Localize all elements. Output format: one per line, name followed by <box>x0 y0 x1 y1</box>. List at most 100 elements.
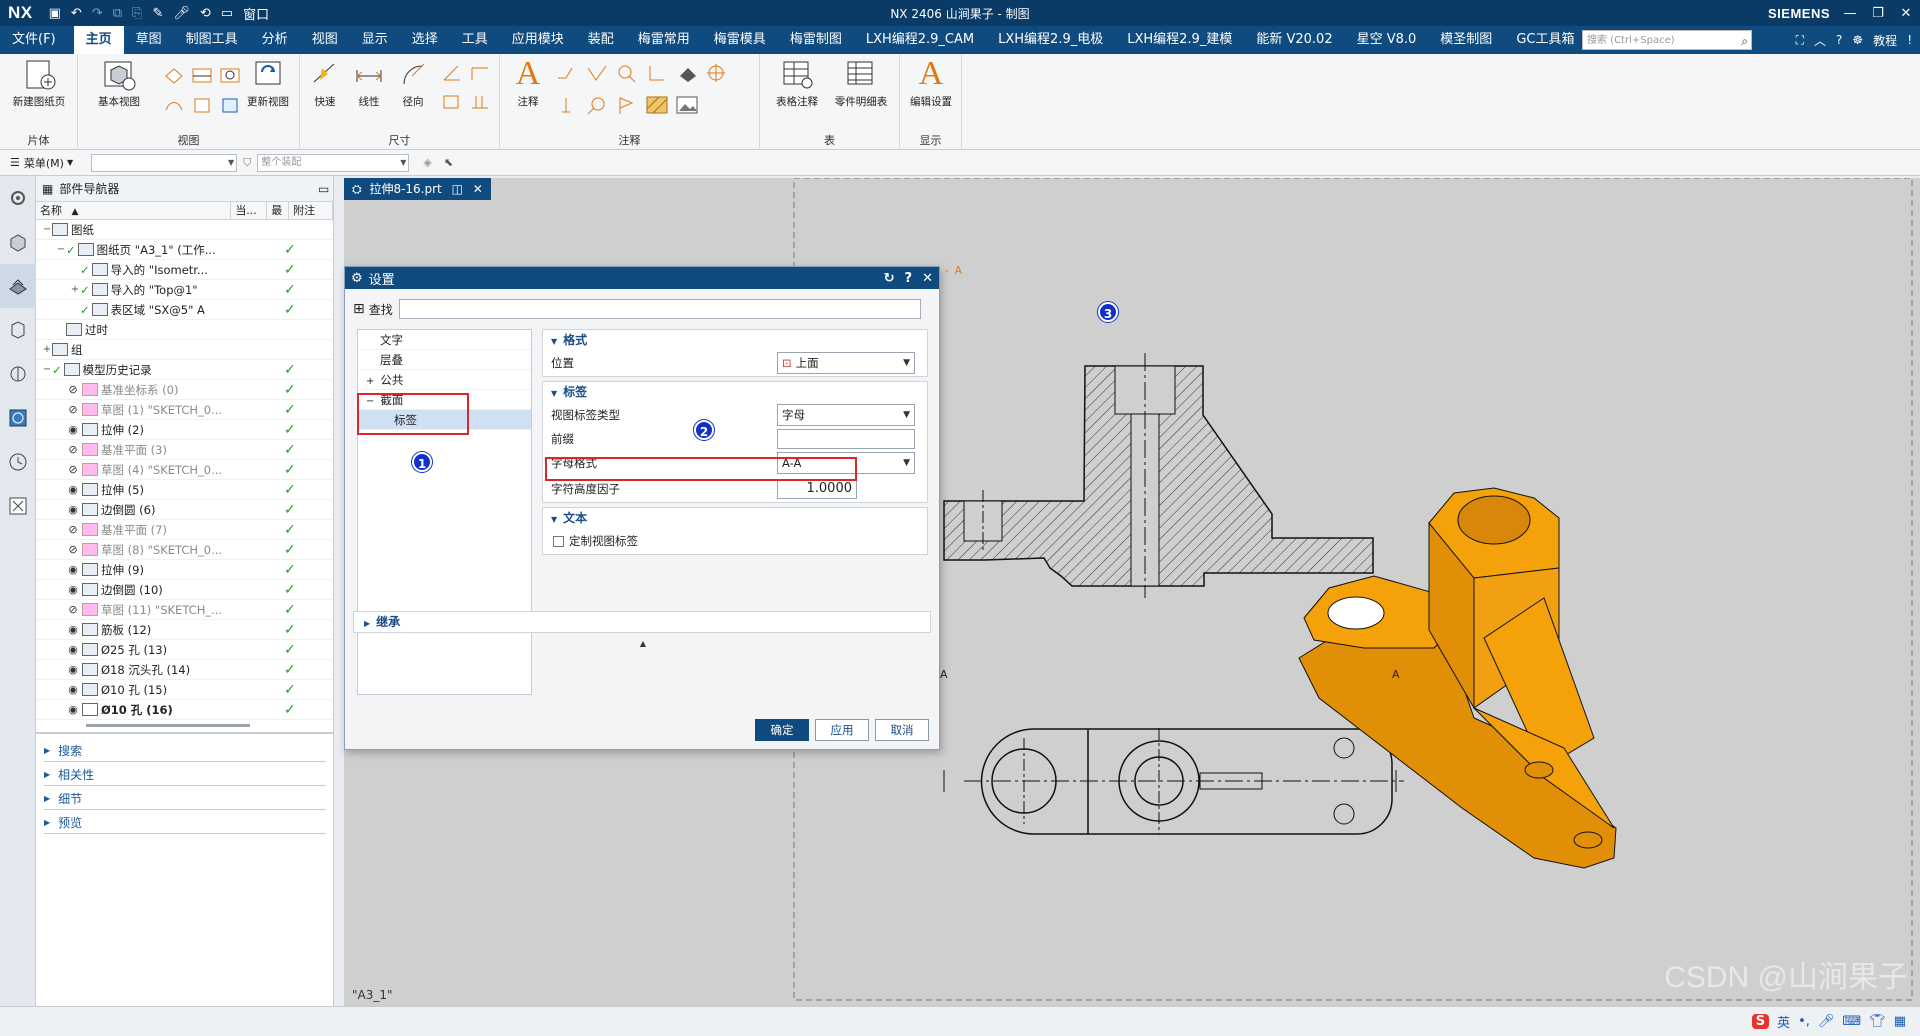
navigator-row[interactable]: ◉ Ø25 孔 (13) ✓ <box>36 640 333 660</box>
tree-item-text[interactable]: 文字 <box>358 330 531 350</box>
navigator-row[interactable]: ⊘ 草图 (11) "SKETCH_... ✓ <box>36 600 333 620</box>
expand-toggle-icon[interactable]: − <box>56 244 66 255</box>
visible-eye-icon[interactable]: ◉ <box>66 483 80 496</box>
edit-settings-button[interactable]: A 编辑设置 <box>902 56 960 109</box>
section-text-header[interactable]: ▼ 文本 <box>543 508 927 528</box>
tab-save-icon[interactable]: ◫ <box>452 182 463 196</box>
apply-button[interactable]: 应用 <box>815 719 869 741</box>
navigator-row[interactable]: ⊘ 基准坐标系 (0) ✓ <box>36 380 333 400</box>
navigator-scrollbar[interactable] <box>86 724 250 727</box>
menu-button[interactable]: 菜单(M) <box>24 155 64 171</box>
help-icon[interactable]: ? <box>905 271 913 286</box>
menu-tab-14[interactable]: LXH编程2.9_电极 <box>986 26 1115 54</box>
reset-icon[interactable]: ↻ <box>884 271 895 286</box>
column-current[interactable]: 当... <box>231 202 268 219</box>
expand-toggle-icon[interactable]: + <box>70 284 80 295</box>
navigator-row[interactable]: ⊘ 基准平面 (3) ✓ <box>36 440 333 460</box>
surface-finish-icon[interactable] <box>644 62 670 84</box>
prefix-input[interactable] <box>777 429 915 449</box>
navigator-row[interactable]: ◉ 拉伸 (9) ✓ <box>36 560 333 580</box>
target-point-icon[interactable] <box>704 62 730 84</box>
visible-eye-icon[interactable]: ◉ <box>66 503 80 516</box>
help-icon[interactable]: ? <box>1836 33 1842 47</box>
type-filter-combo[interactable]: ▼ <box>91 153 238 172</box>
drawing-view-icon[interactable] <box>218 94 242 116</box>
datum-feature-icon[interactable] <box>584 62 610 84</box>
navigator-row[interactable]: ◉ 拉伸 (2) ✓ <box>36 420 333 440</box>
section-view-icon[interactable] <box>190 64 214 86</box>
linear-dimension-button[interactable]: 线性 <box>348 58 390 109</box>
toolbox-icon[interactable]: ▦ <box>1894 1014 1906 1029</box>
menu-tab-11[interactable]: 梅雷模具 <box>702 26 778 54</box>
tutorial-link[interactable]: 教程 <box>1873 32 1897 49</box>
menu-tab-4[interactable]: 视图 <box>300 26 350 54</box>
part-navigator-icon[interactable] <box>0 264 36 308</box>
note-button[interactable]: A 注释 <box>508 56 548 109</box>
hidden-eye-icon[interactable]: ⊘ <box>66 543 80 556</box>
navigator-row[interactable]: ✓ 表区域 "SX@5" A ✓ <box>36 300 333 320</box>
redo-icon[interactable]: ↷ <box>92 6 103 21</box>
paste-icon[interactable]: ⎘ <box>132 6 142 21</box>
parts-list-button[interactable]: 零件明细表 <box>830 58 892 109</box>
datum-target-icon[interactable] <box>614 62 640 84</box>
section-label-header[interactable]: ▼ 标签 <box>543 382 927 402</box>
hidden-eye-icon[interactable]: ⊘ <box>66 403 80 416</box>
settings-gear-icon[interactable] <box>0 176 36 220</box>
navigator-row[interactable]: + 组 <box>36 340 333 360</box>
navigator-row[interactable]: ◉ Ø18 沉头孔 (14) ✓ <box>36 660 333 680</box>
minimize-button[interactable]: — <box>1836 6 1864 21</box>
id-symbol-icon[interactable] <box>554 94 580 116</box>
cancel-button[interactable]: 取消 <box>875 719 929 741</box>
fullscreen-icon[interactable]: ⛶ <box>1796 33 1804 48</box>
repeat-command-icon[interactable]: ⟲ <box>200 6 211 21</box>
maximize-panel-icon[interactable]: ▭ <box>318 182 329 196</box>
hidden-eye-icon[interactable]: ⊘ <box>66 523 80 536</box>
visible-eye-icon[interactable]: ◉ <box>66 423 80 436</box>
undo-icon[interactable]: ↶ <box>71 6 82 21</box>
hidden-eye-icon[interactable]: ⊘ <box>66 603 80 616</box>
save-icon[interactable]: ▣ <box>49 6 61 21</box>
section-format-header[interactable]: ▼ 格式 <box>543 330 927 350</box>
navigator-row[interactable]: − ✓ 模型历史记录 ✓ <box>36 360 333 380</box>
visible-eye-icon[interactable]: ◉ <box>66 563 80 576</box>
update-view-button[interactable]: 更新视图 <box>240 58 296 109</box>
hidden-eye-icon[interactable]: ⊘ <box>66 383 80 396</box>
touch-mode-icon[interactable]: ✎ <box>152 6 163 21</box>
tabular-note-button[interactable]: 表格注释 <box>768 58 826 109</box>
navigator-row[interactable]: ⊘ 草图 (4) "SKETCH_0... ✓ <box>36 460 333 480</box>
visible-eye-icon[interactable]: ◉ <box>66 643 80 656</box>
skin-icon[interactable]: 👕︎ <box>1869 1014 1886 1029</box>
copy-icon[interactable]: ⧉ <box>113 6 122 21</box>
dialog-header[interactable]: ⚙ 设置 ↻ ? ✕ <box>345 267 939 289</box>
alert-icon[interactable]: ! <box>1907 33 1912 47</box>
flag-note-icon[interactable] <box>614 94 640 116</box>
menu-tab-9[interactable]: 装配 <box>576 26 626 54</box>
navigator-row[interactable]: ◉ 边倒圆 (10) ✓ <box>36 580 333 600</box>
window-icon[interactable]: ▭ <box>221 6 233 21</box>
menu-tab-1[interactable]: 草图 <box>124 26 174 54</box>
position-dropdown[interactable]: ⊡ 上面 ▼ <box>777 352 915 374</box>
select-icon[interactable]: ⬉ <box>444 156 453 169</box>
tab-close-icon[interactable]: ✕ <box>473 182 483 196</box>
menu-tab-17[interactable]: 星空 V8.0 <box>1345 26 1429 54</box>
web-browser-icon[interactable] <box>0 396 36 440</box>
navigator-row[interactable]: ⊘ 草图 (1) "SKETCH_0... ✓ <box>36 400 333 420</box>
section-inherit-header[interactable]: ▶ 继承 <box>353 611 931 633</box>
menu-tab-19[interactable]: GC工具箱 <box>1504 26 1586 54</box>
navigator-row[interactable]: − ✓ 图纸页 "A3_1" (工作... ✓ <box>36 240 333 260</box>
collapse-arrow-icon[interactable]: ▲ <box>345 639 941 648</box>
chamfer-dimension-icon[interactable] <box>468 62 492 84</box>
visible-eye-icon[interactable]: ◉ <box>66 663 80 676</box>
ordinate-dimension-icon[interactable] <box>468 90 492 112</box>
tab-active-part[interactable]: ⛭ 拉伸8-16.prt ◫ ✕ <box>344 178 491 200</box>
navigator-row[interactable]: − 图纸 <box>36 220 333 240</box>
close-button[interactable]: ✕ <box>1892 6 1920 21</box>
visible-eye-icon[interactable]: ◉ <box>66 583 80 596</box>
navigator-row[interactable]: ⊘ 基准平面 (7) ✓ <box>36 520 333 540</box>
collapse-ribbon-icon[interactable]: ︿ <box>1814 32 1826 49</box>
close-icon[interactable]: ✕ <box>922 271 933 286</box>
hidden-eye-icon[interactable]: ⊘ <box>66 443 80 456</box>
radial-dimension-button[interactable]: 径向 <box>392 58 434 109</box>
window-menu[interactable]: 窗口 <box>243 4 269 23</box>
ok-button[interactable]: 确定 <box>755 719 809 741</box>
